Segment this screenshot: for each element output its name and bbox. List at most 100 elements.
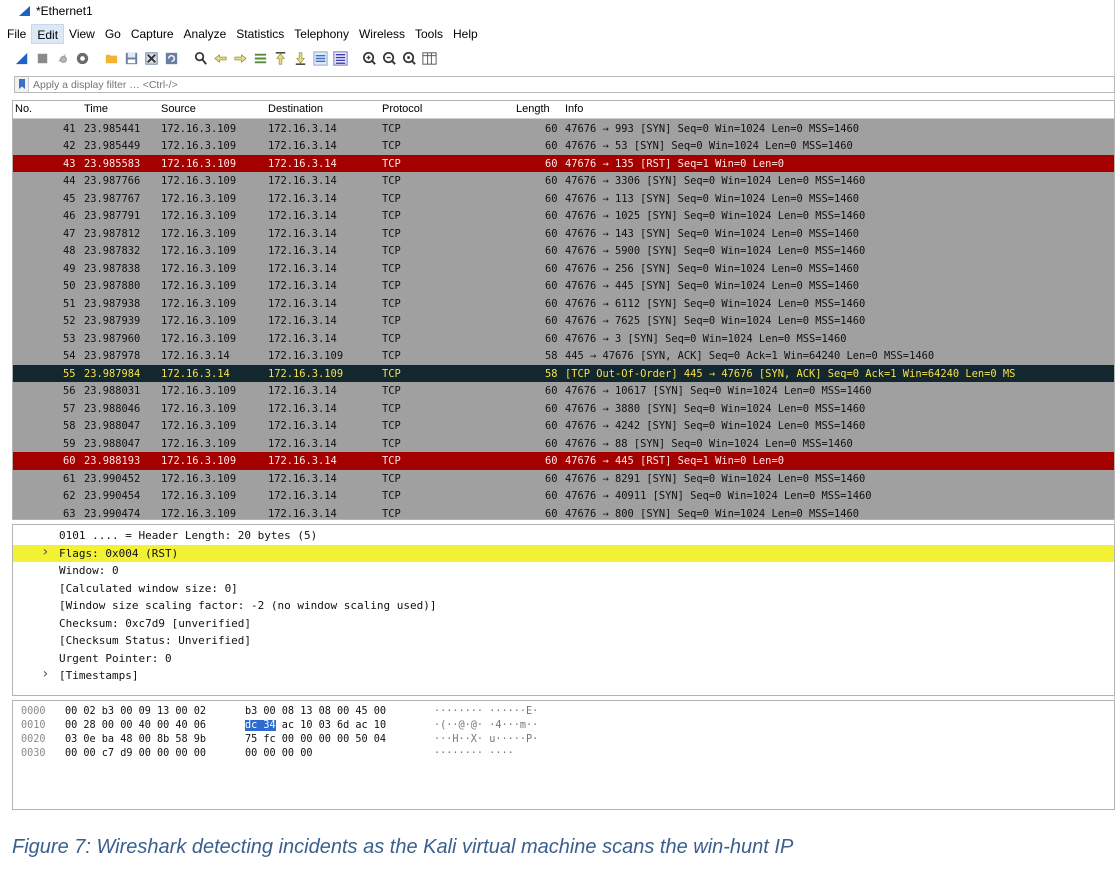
filter-bookmark-icon[interactable] xyxy=(15,77,29,92)
packet-row[interactable]: 44 23.987766 172.16.3.109 172.16.3.14 TCP 60 4… xyxy=(13,172,1114,190)
bytes-hex-group2[interactable]: 00 00 00 00 xyxy=(245,748,312,759)
bytes-ascii[interactable]: ·(··@·@· ·4···m·· xyxy=(434,720,538,731)
packet-destination: 172.16.3.14 xyxy=(268,210,337,222)
col-time-header[interactable]: Time xyxy=(84,103,108,115)
detail-line[interactable]: Urgent Pointer: 0 xyxy=(13,650,1114,668)
packet-bytes-pane: 0000 00 02 b3 00 09 13 00 02 b3 00 08 13 0… xyxy=(12,700,1115,810)
selected-bytes[interactable]: dc 34 xyxy=(245,720,276,731)
go-first-icon[interactable] xyxy=(272,50,289,67)
menu-view[interactable]: View xyxy=(64,24,100,44)
col-destination-header[interactable]: Destination xyxy=(268,103,323,115)
reload-file-icon[interactable] xyxy=(163,50,180,67)
detail-line[interactable]: Checksum: 0xc7d9 [unverified] xyxy=(13,615,1114,633)
bytes-hex-group1[interactable]: 00 00 c7 d9 00 00 00 00 xyxy=(65,748,206,759)
packet-row[interactable]: 52 23.987939 172.16.3.109 172.16.3.14 TCP 60 4… xyxy=(13,312,1114,330)
packet-row[interactable]: 43 23.985583 172.16.3.109 172.16.3.14 TCP 60 4… xyxy=(13,154,1114,172)
detail-line[interactable]: 0101 .... = Header Length: 20 bytes (5) xyxy=(13,527,1114,545)
packet-row[interactable]: 51 23.987938 172.16.3.109 172.16.3.14 TCP 60 4… xyxy=(13,294,1114,312)
bytes-offset: 0000 xyxy=(21,706,46,717)
menu-tools[interactable]: Tools xyxy=(410,24,448,44)
go-forward-icon[interactable] xyxy=(232,50,249,67)
zoom-in-icon[interactable] xyxy=(361,50,378,67)
menu-capture[interactable]: Capture xyxy=(126,24,179,44)
col-length-header[interactable]: Length xyxy=(516,103,550,115)
resize-columns-icon[interactable] xyxy=(421,50,438,67)
packet-length: 58 xyxy=(545,350,558,362)
packet-row[interactable]: 55 23.987984 172.16.3.14 172.16.3.109 TCP 58 [… xyxy=(13,364,1114,382)
options-gear-icon[interactable] xyxy=(74,50,91,67)
save-file-icon[interactable] xyxy=(123,50,140,67)
packet-row[interactable]: 58 23.988047 172.16.3.109 172.16.3.14 TCP 60 4… xyxy=(13,417,1114,435)
packet-destination: 172.16.3.14 xyxy=(268,122,337,135)
detail-line[interactable]: [Checksum Status: Unverified] xyxy=(13,632,1114,650)
packet-row[interactable]: 45 23.987767 172.16.3.109 172.16.3.14 TCP 60 4… xyxy=(13,189,1114,207)
col-protocol-header[interactable]: Protocol xyxy=(382,103,422,115)
stop-square-icon[interactable] xyxy=(34,50,51,67)
menu-wireless[interactable]: Wireless xyxy=(354,24,410,44)
close-file-icon[interactable] xyxy=(143,50,160,67)
zoom-normal-icon[interactable] xyxy=(401,50,418,67)
expand-chevron-icon[interactable]: › xyxy=(41,544,49,560)
bytes-hex-group2[interactable]: 75 fc 00 00 00 00 50 04 xyxy=(245,734,386,745)
detail-line[interactable]: [Window size scaling factor: -2 (no wind… xyxy=(13,597,1114,615)
detail-line[interactable]: [Calculated window size: 0] xyxy=(13,580,1114,598)
restart-icon[interactable] xyxy=(54,50,71,67)
packet-row[interactable]: 60 23.988193 172.16.3.109 172.16.3.14 TCP 60 4… xyxy=(13,452,1114,470)
packet-row[interactable]: 63 23.990474 172.16.3.109 172.16.3.14 TCP 60 4… xyxy=(13,504,1114,520)
packet-info: 47676 → 800 [SYN] Seq=0 Win=1024 Len=0 M… xyxy=(565,507,860,520)
go-to-packet-icon[interactable] xyxy=(252,50,269,67)
find-packet-icon[interactable] xyxy=(192,50,209,67)
menu-statistics[interactable]: Statistics xyxy=(231,24,289,44)
shark-fin-start-icon[interactable] xyxy=(14,50,31,67)
bytes-hex-group1[interactable]: 00 28 00 00 40 00 40 06 xyxy=(65,720,206,731)
packet-row[interactable]: 46 23.987791 172.16.3.109 172.16.3.14 TCP 60 4… xyxy=(13,207,1114,225)
detail-line[interactable]: › [Timestamps] xyxy=(13,666,1114,685)
display-filter-bar xyxy=(14,76,1115,93)
col-no-header[interactable]: No. xyxy=(15,103,32,115)
bytes-hex-group1[interactable]: 03 0e ba 48 00 8b 58 9b xyxy=(65,734,206,745)
packet-row[interactable]: 42 23.985449 172.16.3.109 172.16.3.14 TCP 60 4… xyxy=(13,137,1114,155)
packet-info: 47676 → 3 [SYN] Seq=0 Win=1024 Len=0 MSS… xyxy=(565,332,847,345)
packet-row[interactable]: 41 23.985441 172.16.3.109 172.16.3.14 TCP 60 4… xyxy=(13,119,1114,137)
packet-row[interactable]: 59 23.988047 172.16.3.109 172.16.3.14 TCP 60 4… xyxy=(13,434,1114,452)
packet-row[interactable]: 47 23.987812 172.16.3.109 172.16.3.14 TCP 60 4… xyxy=(13,224,1114,242)
detail-line[interactable]: Window: 0 xyxy=(13,562,1114,580)
open-folder-icon[interactable] xyxy=(103,50,120,67)
menu-analyze[interactable]: Analyze xyxy=(179,24,232,44)
menu-telephony[interactable]: Telephony xyxy=(289,24,354,44)
wireshark-window: *Ethernet1 File Edit View Go Capture Analyze S… xyxy=(0,0,1115,810)
packet-row[interactable]: 54 23.987978 172.16.3.14 172.16.3.109 TCP 58 4… xyxy=(13,347,1114,365)
bytes-ascii[interactable]: ···H··X· u·····P· xyxy=(434,734,538,745)
packet-row[interactable]: 61 23.990452 172.16.3.109 172.16.3.14 TCP 60 4… xyxy=(13,469,1114,487)
col-source-header[interactable]: Source xyxy=(161,103,196,115)
packet-row[interactable]: 57 23.988046 172.16.3.109 172.16.3.14 TCP 60 4… xyxy=(13,399,1114,417)
zoom-out-icon[interactable] xyxy=(381,50,398,67)
packet-row[interactable]: 62 23.990454 172.16.3.109 172.16.3.14 TCP 60 4… xyxy=(13,487,1114,505)
col-info-header[interactable]: Info xyxy=(565,103,583,115)
autoscroll-icon[interactable] xyxy=(312,50,329,67)
colorize-icon[interactable] xyxy=(332,50,349,67)
bytes-hex-group1[interactable]: 00 02 b3 00 09 13 00 02 xyxy=(65,706,206,717)
packet-info: 445 → 47676 [SYN, ACK] Seq=0 Ack=1 Win=6… xyxy=(565,350,935,362)
bytes-ascii[interactable]: ········ ···· xyxy=(434,748,514,759)
packet-row[interactable]: 53 23.987960 172.16.3.109 172.16.3.14 TCP 60 4… xyxy=(13,329,1114,347)
packet-row[interactable]: 56 23.988031 172.16.3.109 172.16.3.14 TCP 60 4… xyxy=(13,382,1114,400)
detail-line[interactable]: › Flags: 0x004 (RST) xyxy=(13,544,1114,562)
packet-row[interactable]: 50 23.987880 172.16.3.109 172.16.3.14 TCP 60 4… xyxy=(13,277,1114,295)
bytes-row: 0030 00 00 c7 d9 00 00 00 00 00 00 00 00 ··… xyxy=(13,748,1114,762)
menu-help[interactable]: Help xyxy=(448,24,483,44)
bytes-hex-group2[interactable]: dc 34 ac 10 03 6d ac 10 xyxy=(245,720,386,731)
menu-go[interactable]: Go xyxy=(100,24,126,44)
go-back-icon[interactable] xyxy=(212,50,229,67)
menu-file[interactable]: File xyxy=(2,24,31,44)
menu-edit[interactable]: Edit xyxy=(31,24,65,44)
packet-source: 172.16.3.109 xyxy=(161,297,237,310)
packet-row[interactable]: 49 23.987838 172.16.3.109 172.16.3.14 TCP 60 4… xyxy=(13,259,1114,277)
go-last-icon[interactable] xyxy=(292,50,309,67)
display-filter-input[interactable] xyxy=(29,78,1114,91)
expand-chevron-icon[interactable]: › xyxy=(41,666,49,682)
bytes-ascii[interactable]: ········ ······E· xyxy=(434,706,538,717)
packet-list-header: No. Time Source Destination Protocol Length In… xyxy=(13,101,1114,119)
bytes-hex-group2[interactable]: b3 00 08 13 08 00 45 00 xyxy=(245,706,386,717)
packet-row[interactable]: 48 23.987832 172.16.3.109 172.16.3.14 TCP 60 4… xyxy=(13,242,1114,260)
